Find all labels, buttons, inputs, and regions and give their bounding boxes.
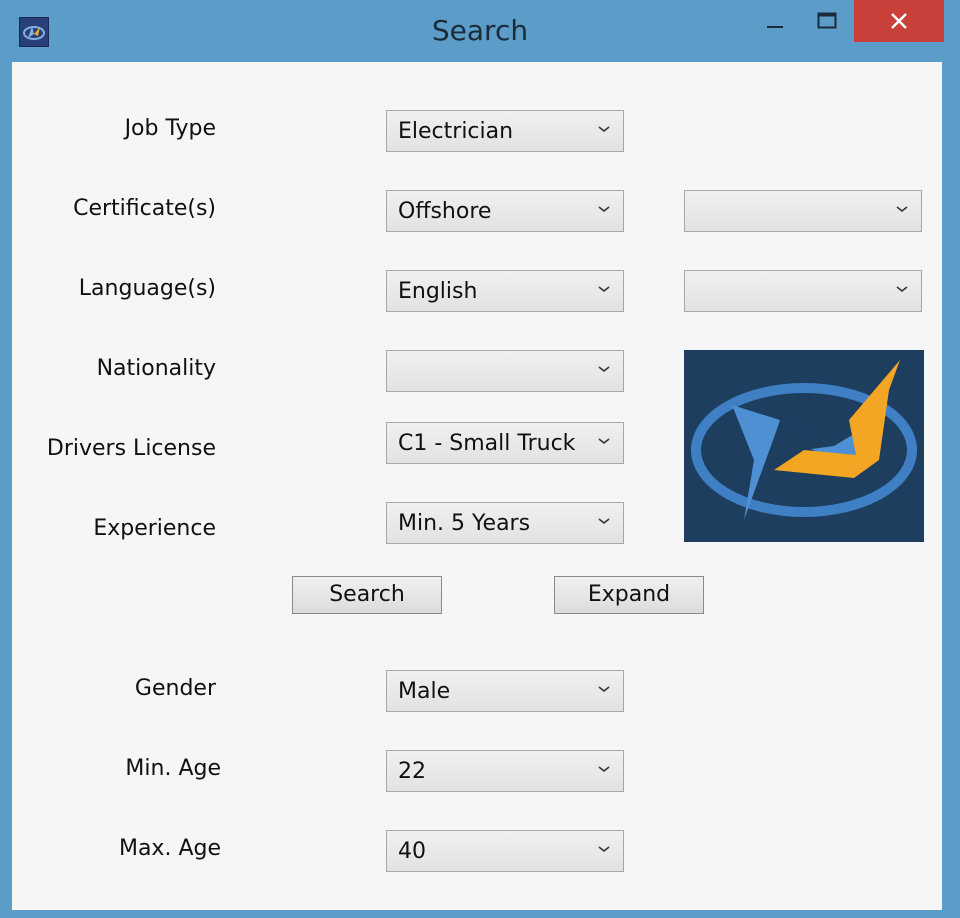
job-type-dropdown[interactable]: Electrician: [386, 110, 624, 152]
maximize-icon: [817, 12, 837, 29]
close-icon: [891, 13, 907, 29]
certificates-dropdown[interactable]: Offshore: [386, 190, 624, 232]
chevron-down-icon: [598, 766, 610, 773]
gender-value: Male: [398, 679, 451, 704]
search-window: Search Job Type Electrician Certificate(…: [0, 0, 960, 918]
chevron-down-icon: [598, 366, 610, 373]
nationality-label: Nationality: [96, 356, 216, 381]
chevron-down-icon: [896, 286, 908, 293]
languages-dropdown[interactable]: English: [386, 270, 624, 312]
drivers-license-value: C1 - Small Truck: [398, 431, 576, 456]
title-bar[interactable]: Search: [0, 0, 960, 62]
maximize-button[interactable]: [808, 0, 846, 42]
chevron-down-icon: [598, 686, 610, 693]
minimize-icon: [767, 26, 783, 28]
min-age-label: Min. Age: [125, 756, 221, 781]
chevron-down-icon: [598, 206, 610, 213]
search-form: Job Type Electrician Certificate(s) Offs…: [12, 62, 942, 910]
job-type-value: Electrician: [398, 119, 514, 144]
certificates-secondary-dropdown[interactable]: [684, 190, 922, 232]
chevron-down-icon: [598, 286, 610, 293]
chevron-down-icon: [598, 518, 610, 525]
expand-button[interactable]: Expand: [554, 576, 704, 614]
languages-label: Language(s): [78, 276, 216, 301]
certificates-label: Certificate(s): [73, 196, 216, 221]
certificates-value: Offshore: [398, 199, 492, 224]
minimize-button[interactable]: [756, 0, 794, 42]
nationality-dropdown[interactable]: [386, 350, 624, 392]
chevron-down-icon: [598, 438, 610, 445]
experience-value: Min. 5 Years: [398, 511, 531, 536]
company-logo: [684, 350, 924, 542]
search-button[interactable]: Search: [292, 576, 442, 614]
job-type-label: Job Type: [124, 116, 216, 141]
experience-dropdown[interactable]: Min. 5 Years: [386, 502, 624, 544]
chevron-down-icon: [598, 846, 610, 853]
gender-dropdown[interactable]: Male: [386, 670, 624, 712]
drivers-license-label: Drivers License: [46, 436, 216, 461]
max-age-value: 40: [398, 839, 426, 864]
languages-value: English: [398, 279, 478, 304]
max-age-label: Max. Age: [118, 836, 221, 861]
drivers-license-dropdown[interactable]: C1 - Small Truck: [386, 422, 624, 464]
experience-label: Experience: [93, 516, 216, 541]
min-age-value: 22: [398, 759, 426, 784]
close-button[interactable]: [854, 0, 944, 42]
max-age-dropdown[interactable]: 40: [386, 830, 624, 872]
chevron-down-icon: [598, 126, 610, 133]
min-age-dropdown[interactable]: 22: [386, 750, 624, 792]
chevron-down-icon: [896, 206, 908, 213]
languages-secondary-dropdown[interactable]: [684, 270, 922, 312]
gender-label: Gender: [134, 676, 216, 701]
